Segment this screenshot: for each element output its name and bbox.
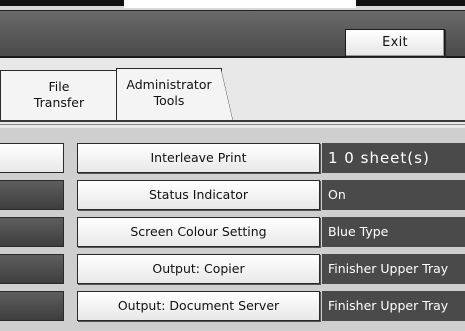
left-setting-button-4[interactable] — [0, 254, 64, 284]
left-setting-button-1[interactable] — [0, 143, 64, 173]
status-indicator-value: On — [322, 180, 465, 210]
exit-button[interactable]: Exit — [345, 29, 445, 57]
output-copier-value: Finisher Upper Tray — [322, 254, 465, 284]
screen-colour-setting-value: Blue Type — [322, 217, 465, 247]
left-setting-button-5[interactable] — [0, 291, 64, 321]
output-copier-button[interactable]: Output: Copier — [77, 254, 320, 284]
top-frame-notch — [124, 0, 356, 8]
tab-administrator-tools[interactable]: Administrator Tools — [116, 68, 233, 121]
status-indicator-button[interactable]: Status Indicator — [77, 180, 320, 210]
interleave-print-button[interactable]: Interleave Print — [77, 143, 320, 173]
tab-file-transfer-label-line2: Transfer — [33, 95, 85, 110]
tab-administrator-tools-label-line1: Administrator — [126, 77, 212, 92]
interleave-print-value: 1 0 sheet(s) — [322, 143, 465, 173]
tab-file-transfer-label-line1: File — [48, 79, 70, 94]
tab-file-transfer[interactable]: File Transfer — [0, 70, 118, 122]
tab-divider — [0, 120, 465, 122]
output-document-server-button[interactable]: Output: Document Server — [77, 291, 320, 321]
left-setting-button-2[interactable] — [0, 180, 64, 210]
tab-administrator-tools-label-line2: Tools — [153, 93, 185, 108]
screen-colour-setting-button[interactable]: Screen Colour Setting — [77, 217, 320, 247]
tab-divider-shadow — [0, 124, 465, 125]
output-document-server-value: Finisher Upper Tray — [322, 291, 465, 321]
left-setting-button-3[interactable] — [0, 217, 64, 247]
